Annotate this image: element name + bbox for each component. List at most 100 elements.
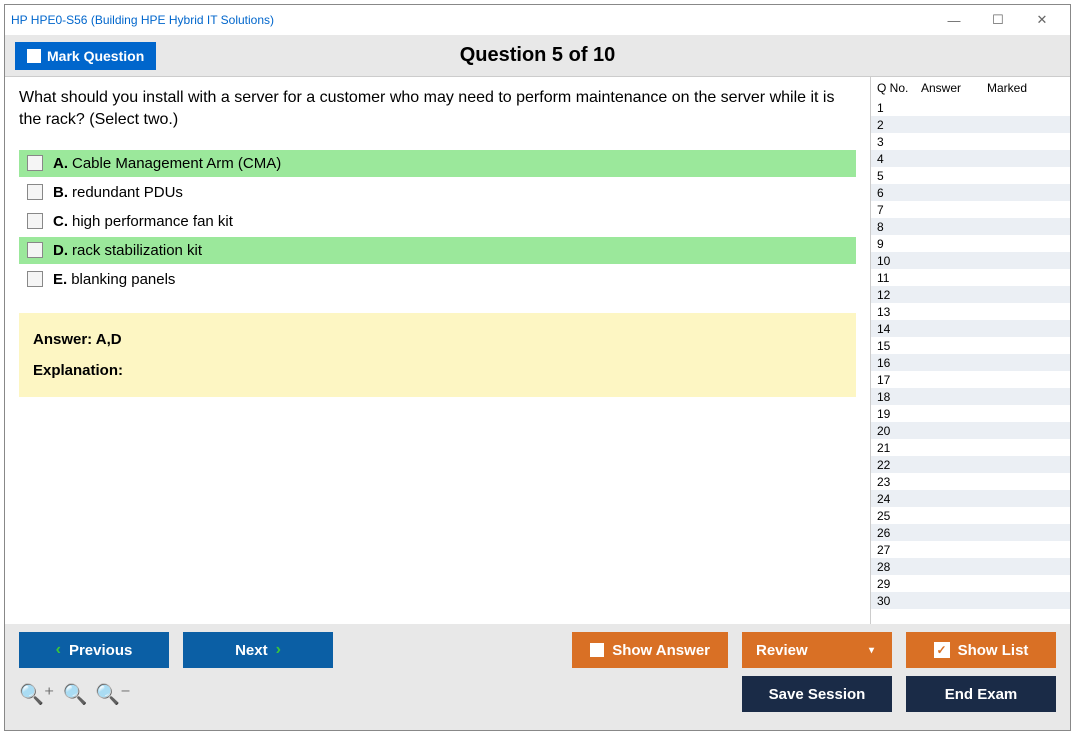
list-item[interactable]: 19 — [871, 405, 1070, 422]
list-item[interactable]: 25 — [871, 507, 1070, 524]
review-label: Review — [756, 642, 808, 659]
answer-box: Answer: A,D Explanation: — [19, 313, 856, 397]
sidebar-list[interactable]: 1234567891011121314151617181920212223242… — [871, 99, 1070, 624]
list-item[interactable]: 8 — [871, 218, 1070, 235]
row-number: 22 — [877, 458, 921, 472]
minimize-icon[interactable]: — — [932, 6, 976, 34]
show-label: Show Answer — [612, 642, 710, 659]
list-item[interactable]: 22 — [871, 456, 1070, 473]
show-answer-button[interactable]: Show Answer — [572, 632, 728, 668]
list-item[interactable]: 7 — [871, 201, 1070, 218]
mark-label: Mark Question — [47, 48, 144, 64]
list-item[interactable]: 27 — [871, 541, 1070, 558]
answer-text: Answer: A,D — [33, 331, 842, 348]
maximize-icon[interactable]: ☐ — [976, 6, 1020, 34]
list-item[interactable]: 11 — [871, 269, 1070, 286]
list-item[interactable]: 18 — [871, 388, 1070, 405]
option-text: rack stabilization kit — [72, 242, 202, 259]
question-list-sidebar: Q No. Answer Marked 12345678910111213141… — [870, 77, 1070, 624]
end-exam-button[interactable]: End Exam — [906, 676, 1056, 712]
list-item[interactable]: 12 — [871, 286, 1070, 303]
end-label: End Exam — [945, 686, 1018, 703]
checkbox-icon[interactable] — [27, 155, 43, 171]
option-text: Cable Management Arm (CMA) — [72, 155, 281, 172]
titlebar: HP HPE0-S56 (Building HPE Hybrid IT Solu… — [5, 5, 1070, 35]
row-number: 12 — [877, 288, 921, 302]
zoom-reset-icon[interactable]: 🔍 — [62, 682, 87, 707]
zoom-in-icon[interactable]: 🔍⁺ — [19, 682, 54, 707]
row-number: 16 — [877, 356, 921, 370]
list-item[interactable]: 15 — [871, 337, 1070, 354]
next-label: Next — [235, 642, 268, 659]
checkbox-icon — [590, 643, 604, 657]
row-number: 25 — [877, 509, 921, 523]
checkbox-icon[interactable] — [27, 184, 43, 200]
row-number: 9 — [877, 237, 921, 251]
list-item[interactable]: 23 — [871, 473, 1070, 490]
option-letter: E. — [53, 271, 67, 288]
main-area: What should you install with a server fo… — [5, 77, 1070, 624]
option-row[interactable]: C.high performance fan kit — [19, 208, 856, 235]
list-label: Show List — [958, 642, 1029, 659]
row-number: 13 — [877, 305, 921, 319]
row-number: 24 — [877, 492, 921, 506]
list-item[interactable]: 13 — [871, 303, 1070, 320]
list-item[interactable]: 6 — [871, 184, 1070, 201]
footer-bar: ‹ Previous Next › Show Answer Review ▾ ✓… — [5, 624, 1070, 730]
option-letter: B. — [53, 184, 68, 201]
list-item[interactable]: 29 — [871, 575, 1070, 592]
list-item[interactable]: 14 — [871, 320, 1070, 337]
row-number: 14 — [877, 322, 921, 336]
list-item[interactable]: 30 — [871, 592, 1070, 609]
row-number: 4 — [877, 152, 921, 166]
row-number: 6 — [877, 186, 921, 200]
check-icon: ✓ — [934, 642, 950, 658]
list-item[interactable]: 9 — [871, 235, 1070, 252]
mark-question-button[interactable]: Mark Question — [15, 42, 156, 70]
checkbox-icon[interactable] — [27, 242, 43, 258]
zoom-controls: 🔍⁺ 🔍 🔍⁻ — [19, 682, 131, 707]
list-item[interactable]: 26 — [871, 524, 1070, 541]
row-number: 15 — [877, 339, 921, 353]
option-row[interactable]: A.Cable Management Arm (CMA) — [19, 150, 856, 177]
list-item[interactable]: 10 — [871, 252, 1070, 269]
prev-label: Previous — [69, 642, 132, 659]
previous-button[interactable]: ‹ Previous — [19, 632, 169, 668]
list-item[interactable]: 17 — [871, 371, 1070, 388]
row-number: 17 — [877, 373, 921, 387]
row-number: 20 — [877, 424, 921, 438]
list-item[interactable]: 20 — [871, 422, 1070, 439]
list-item[interactable]: 5 — [871, 167, 1070, 184]
option-row[interactable]: B.redundant PDUs — [19, 179, 856, 206]
col-answer: Answer — [921, 81, 987, 95]
close-icon[interactable]: ✕ — [1020, 6, 1064, 34]
option-text: blanking panels — [71, 271, 175, 288]
list-item[interactable]: 2 — [871, 116, 1070, 133]
next-button[interactable]: Next › — [183, 632, 333, 668]
checkbox-icon[interactable] — [27, 271, 43, 287]
option-letter: C. — [53, 213, 68, 230]
option-row[interactable]: D.rack stabilization kit — [19, 237, 856, 264]
list-item[interactable]: 4 — [871, 150, 1070, 167]
chevron-down-icon: ▾ — [869, 645, 874, 656]
list-item[interactable]: 21 — [871, 439, 1070, 456]
list-item[interactable]: 16 — [871, 354, 1070, 371]
review-button[interactable]: Review ▾ — [742, 632, 892, 668]
row-number: 23 — [877, 475, 921, 489]
save-session-button[interactable]: Save Session — [742, 676, 892, 712]
list-item[interactable]: 3 — [871, 133, 1070, 150]
row-number: 11 — [877, 271, 921, 285]
row-number: 26 — [877, 526, 921, 540]
explanation-label: Explanation: — [33, 362, 842, 379]
footer-row-2: 🔍⁺ 🔍 🔍⁻ Save Session End Exam — [19, 676, 1056, 712]
zoom-out-icon[interactable]: 🔍⁻ — [95, 682, 130, 707]
question-content: What should you install with a server fo… — [5, 77, 870, 624]
show-list-button[interactable]: ✓ Show List — [906, 632, 1056, 668]
list-item[interactable]: 28 — [871, 558, 1070, 575]
col-marked: Marked — [987, 81, 1064, 95]
question-text: What should you install with a server fo… — [19, 87, 856, 132]
checkbox-icon[interactable] — [27, 213, 43, 229]
option-row[interactable]: E.blanking panels — [19, 266, 856, 293]
list-item[interactable]: 24 — [871, 490, 1070, 507]
list-item[interactable]: 1 — [871, 99, 1070, 116]
